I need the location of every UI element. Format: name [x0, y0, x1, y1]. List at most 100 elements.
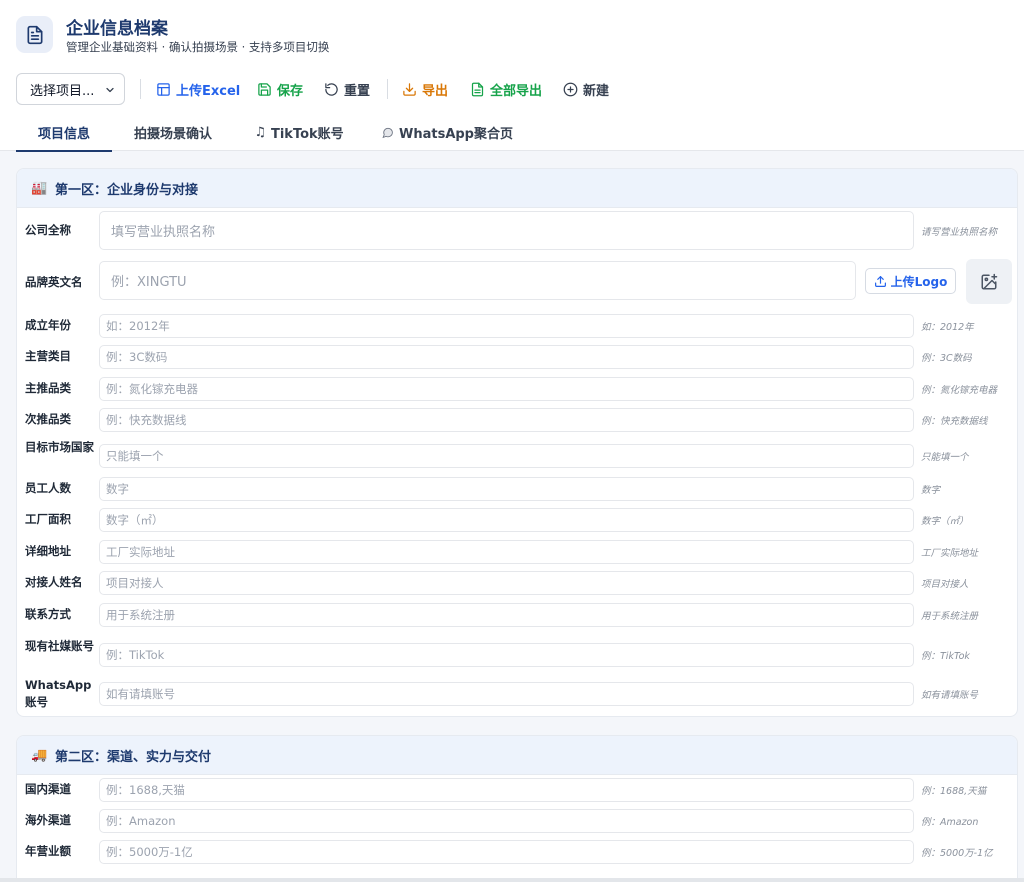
field-row: WhatsApp账号 如有请填账号 如有请填账号 — [17, 674, 1017, 714]
document-icon — [16, 16, 53, 53]
field-row: 年营业额 例：5000万-1亿 例：5000万-1亿 — [17, 838, 1017, 865]
field-row: 海外渠道 例：Amazon 例：Amazon — [17, 807, 1017, 834]
upload-logo-button[interactable]: 上传Logo — [865, 268, 956, 294]
field-input[interactable]: 如有请填账号 — [99, 682, 914, 706]
field-hint: 请写营业执照名称 — [921, 227, 998, 238]
field-hint: 只能填一个 — [921, 451, 969, 463]
upload-logo-label: 上传Logo — [890, 274, 948, 289]
field-hint: 例：3C数码 — [921, 352, 972, 364]
upload-excel-label: 上传Excel — [176, 83, 241, 99]
field-label: 联系方式 — [25, 607, 71, 621]
field-row: 主营类目 例：3C数码 例：3C数码 — [17, 343, 1017, 370]
field-input[interactable]: 用于系统注册 — [99, 602, 914, 627]
speech-bubble-icon — [382, 127, 393, 138]
field-input[interactable]: 例：3C数码 — [99, 344, 914, 369]
field-hint: 例：1688,天猫 — [921, 785, 987, 797]
section-identity: 🏭 第一区：企业身份与对接 公司全称 填写营业执照名称 请写营业执照名称 品牌英… — [16, 168, 1018, 717]
field-row: 品牌英文名 例：XINGTU 上传Logo — [17, 259, 1017, 307]
field-label: 公司全称 — [25, 223, 71, 237]
header-panel: 企业信息档案 管理企业基础资料 · 确认拍摄场景 · 支持多项目切换 选择项目.… — [0, 0, 1024, 152]
tab-label: 项目信息 — [37, 126, 90, 142]
field-input[interactable]: 例：氮化镓充电器 — [99, 376, 914, 401]
field-row: 成立年份 如：2012年 如：2012年 — [17, 312, 1017, 339]
field-label: 详细地址 — [25, 544, 71, 558]
field-input[interactable]: 如：2012年 — [99, 313, 914, 338]
tab-label: 拍摄场景确认 — [133, 126, 212, 142]
field-row: 主推品类 例：氮化镓充电器 例：氮化镓充电器 — [17, 375, 1017, 402]
field-input[interactable]: 例：1688,天猫 — [99, 777, 914, 802]
brand-name-input[interactable]: 例：XINGTU — [99, 261, 856, 300]
upload-excel-button[interactable]: 上传Excel — [156, 73, 240, 105]
field-label: 目标市场国家 — [25, 439, 94, 454]
tab-bar: 项目信息 拍摄场景确认 ♫ TikTok账号 WhatsApp聚合页 — [16, 113, 1016, 152]
save-button[interactable]: 保存 — [257, 73, 303, 105]
section-header: 🚚 第二区：渠道、实力与交付 — [17, 736, 1017, 775]
page-title: 企业信息档案 — [66, 19, 168, 39]
tab-tiktok[interactable]: ♫ TikTok账号 — [244, 113, 354, 151]
field-row: 次推品类 例：快充数据线 例：快充数据线 — [17, 406, 1017, 433]
reset-icon — [325, 82, 338, 96]
app-root: 企业信息档案 管理企业基础资料 · 确认拍摄场景 · 支持多项目切换 选择项目.… — [0, 0, 1024, 882]
field-input[interactable]: 项目对接人 — [99, 570, 914, 595]
field-input[interactable]: 例：TikTok — [99, 643, 914, 667]
download-icon — [403, 82, 416, 96]
company-name-input[interactable]: 填写营业执照名称 — [99, 211, 914, 250]
field-input[interactable]: 例：5000万-1亿 — [99, 839, 914, 864]
tab-shooting-scenes[interactable]: 拍摄场景确认 — [124, 113, 222, 151]
reset-label: 重置 — [344, 83, 371, 99]
field-row: 详细地址 工厂实际地址 工厂实际地址 — [17, 538, 1017, 565]
field-input[interactable]: 数字 — [99, 476, 914, 501]
field-label: WhatsApp账号 — [25, 678, 92, 709]
export-label: 导出 — [422, 83, 449, 99]
field-label: 国内渠道 — [25, 782, 71, 796]
export-all-button[interactable]: 全部导出 — [470, 73, 542, 105]
field-label: 工厂面积 — [25, 512, 71, 526]
field-input[interactable]: 数字（㎡） — [99, 507, 914, 532]
field-hint: 用于系统注册 — [921, 610, 979, 622]
new-button[interactable]: 新建 — [563, 73, 609, 105]
project-select-value: 选择项目... — [30, 83, 95, 99]
field-label: 员工人数 — [25, 481, 71, 495]
section-title: 第二区：渠道、实力与交付 — [55, 749, 212, 765]
field-hint: 例：氮化镓充电器 — [921, 384, 998, 396]
field-row: 目标市场国家 只能填一个 只能填一个 — [17, 438, 1017, 473]
logo-placeholder[interactable] — [966, 259, 1012, 304]
field-input[interactable]: 例：Amazon — [99, 808, 914, 833]
new-label: 新建 — [583, 83, 610, 99]
truck-icon: 🚚 — [31, 747, 48, 763]
field-row: 联系方式 用于系统注册 用于系统注册 — [17, 601, 1017, 628]
tab-label: WhatsApp聚合页 — [399, 126, 513, 142]
field-hint: 数字（㎡） — [921, 515, 969, 527]
field-label: 现有社媒账号 — [25, 639, 94, 653]
field-hint: 例：5000万-1亿 — [921, 847, 993, 859]
music-note-icon: ♫ — [254, 124, 266, 140]
save-label: 保存 — [277, 83, 304, 99]
field-input[interactable]: 工厂实际地址 — [99, 539, 914, 564]
field-label: 年营业额 — [25, 844, 71, 858]
save-icon — [258, 82, 271, 96]
field-hint: 项目对接人 — [921, 578, 969, 590]
bottom-edge — [0, 878, 1024, 882]
reset-button[interactable]: 重置 — [324, 73, 370, 105]
field-input[interactable]: 只能填一个 — [99, 443, 914, 468]
toolbar-divider — [387, 79, 388, 99]
section-title: 第一区：企业身份与对接 — [55, 182, 199, 198]
field-input[interactable]: 例：快充数据线 — [99, 407, 914, 432]
field-label: 海外渠道 — [25, 813, 71, 827]
field-row: 员工人数 数字 数字 — [17, 475, 1017, 502]
field-hint: 工厂实际地址 — [921, 547, 979, 559]
tab-project-info[interactable]: 项目信息 — [16, 113, 112, 152]
field-row: 现有社媒账号 例：TikTok 例：TikTok — [17, 636, 1017, 674]
tab-label: TikTok账号 — [270, 126, 344, 142]
tab-whatsapp[interactable]: WhatsApp聚合页 — [378, 113, 516, 151]
file-text-icon — [471, 82, 484, 96]
project-select[interactable]: 选择项目... — [16, 73, 125, 105]
field-row: 对接人姓名 项目对接人 项目对接人 — [17, 569, 1017, 596]
field-hint: 例：TikTok — [921, 651, 970, 662]
field-hint: 数字 — [921, 484, 941, 496]
field-label: 对接人姓名 — [25, 575, 83, 589]
field-label: 成立年份 — [25, 318, 71, 332]
field-row: 公司全称 填写营业执照名称 请写营业执照名称 — [17, 210, 1017, 252]
export-button[interactable]: 导出 — [402, 73, 448, 105]
table-icon — [157, 82, 170, 96]
